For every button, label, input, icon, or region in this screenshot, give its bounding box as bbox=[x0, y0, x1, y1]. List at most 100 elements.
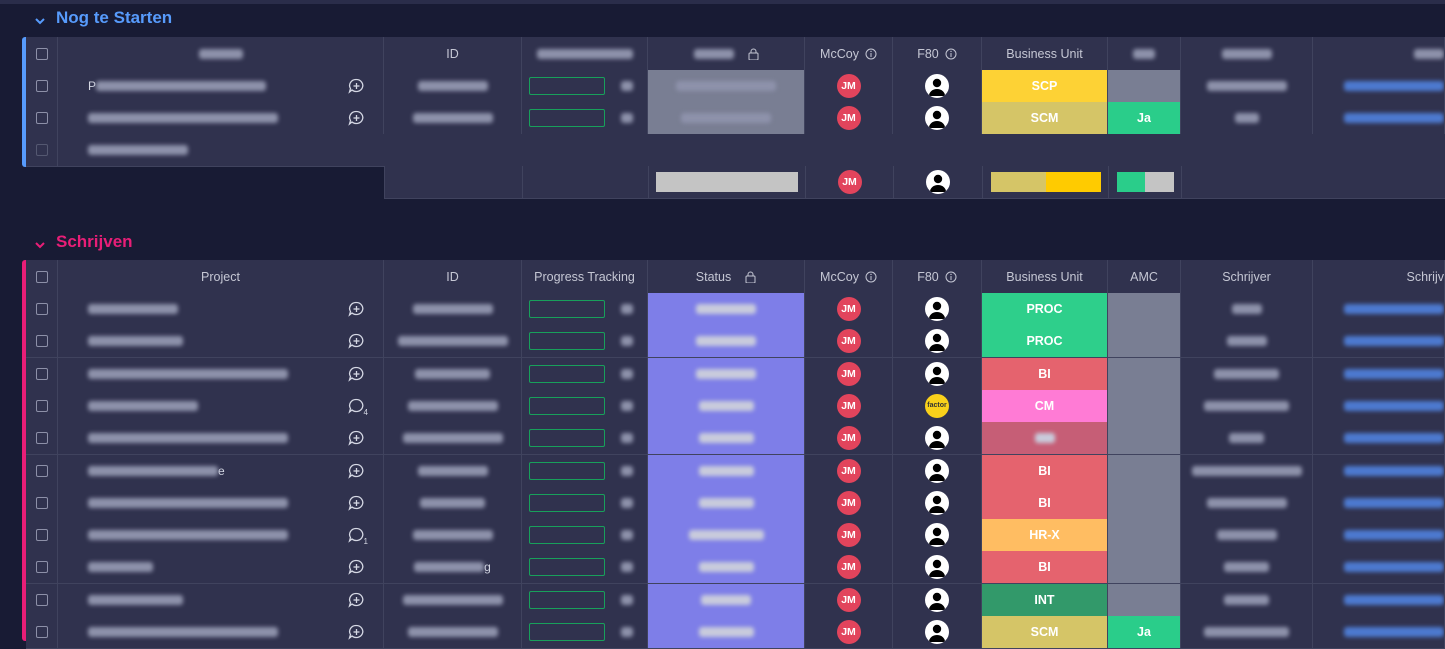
column-progress[interactable]: Progress Tracking bbox=[522, 260, 648, 293]
status-cell[interactable] bbox=[648, 519, 805, 552]
f80-cell[interactable] bbox=[893, 519, 982, 552]
column-f80[interactable]: F80 bbox=[893, 37, 982, 70]
business-unit-cell[interactable]: SCM bbox=[982, 102, 1108, 134]
amc-cell[interactable] bbox=[1108, 551, 1181, 584]
schrijver-cell[interactable] bbox=[1181, 519, 1313, 552]
business-unit-cell[interactable] bbox=[982, 422, 1108, 455]
project-name-cell[interactable] bbox=[58, 551, 384, 584]
column-mccoy[interactable]: McCoy bbox=[805, 37, 893, 70]
schrijver-2-cell[interactable] bbox=[1313, 422, 1445, 455]
column-schrijver-2[interactable] bbox=[1313, 37, 1445, 70]
table-row[interactable]: JM SCM Ja bbox=[26, 616, 1445, 649]
project-name-cell[interactable] bbox=[58, 583, 384, 616]
id-cell[interactable] bbox=[384, 389, 522, 422]
mccoy-cell[interactable]: JM bbox=[805, 70, 893, 102]
group-title[interactable]: Nog te Starten bbox=[34, 8, 172, 28]
mccoy-cell[interactable]: JM bbox=[805, 357, 893, 390]
business-unit-cell[interactable]: PROC bbox=[982, 293, 1108, 325]
f80-cell[interactable] bbox=[893, 551, 982, 584]
person-avatar-icon[interactable] bbox=[925, 329, 949, 354]
schrijver-2-cell[interactable] bbox=[1313, 325, 1445, 358]
progress-tracking-cell[interactable] bbox=[522, 293, 648, 325]
schrijver-cell[interactable] bbox=[1181, 454, 1313, 487]
schrijver-cell[interactable] bbox=[1181, 583, 1313, 616]
add-update-icon[interactable] bbox=[348, 495, 365, 511]
info-icon[interactable] bbox=[865, 48, 877, 60]
info-icon[interactable] bbox=[865, 271, 877, 283]
table-row[interactable]: g JM BI bbox=[26, 551, 1445, 585]
schrijver-2-cell[interactable] bbox=[1313, 102, 1445, 134]
column-f80[interactable]: F80 bbox=[893, 260, 982, 293]
row-checkbox[interactable] bbox=[26, 616, 58, 648]
add-update-icon[interactable] bbox=[348, 624, 365, 640]
schrijver-cell[interactable] bbox=[1181, 102, 1313, 134]
conversation-count-icon[interactable]: 1 bbox=[348, 527, 368, 546]
owner-avatar[interactable]: JM bbox=[836, 458, 861, 483]
column-project[interactable]: Project bbox=[58, 260, 384, 293]
business-unit-cell[interactable]: SCM bbox=[982, 616, 1108, 648]
mccoy-cell[interactable]: JM bbox=[805, 454, 893, 487]
person-avatar-icon[interactable] bbox=[925, 74, 949, 98]
add-update-icon[interactable] bbox=[348, 333, 365, 350]
info-icon[interactable] bbox=[945, 271, 957, 283]
person-avatar-icon[interactable] bbox=[925, 106, 949, 130]
checkbox[interactable] bbox=[35, 47, 48, 60]
add-item-input[interactable] bbox=[58, 134, 358, 166]
id-cell[interactable]: g bbox=[384, 551, 522, 584]
status-cell[interactable] bbox=[648, 293, 805, 325]
schrijver-cell[interactable] bbox=[1181, 616, 1313, 648]
row-checkbox[interactable] bbox=[26, 102, 58, 134]
schrijver-2-cell[interactable] bbox=[1313, 583, 1445, 616]
mccoy-cell[interactable]: JM bbox=[805, 325, 893, 358]
chevron-down-icon[interactable] bbox=[34, 236, 46, 249]
f80-cell[interactable] bbox=[893, 357, 982, 390]
table-row[interactable]: 4 JM factor CM bbox=[26, 389, 1445, 423]
id-cell[interactable] bbox=[384, 70, 522, 102]
status-cell[interactable] bbox=[648, 583, 805, 616]
person-avatar-icon[interactable] bbox=[926, 170, 950, 194]
schrijver-cell[interactable] bbox=[1181, 389, 1313, 422]
progress-tracking-cell[interactable] bbox=[522, 486, 648, 519]
column-business-unit[interactable]: Business Unit bbox=[982, 37, 1108, 70]
person-avatar-icon[interactable] bbox=[925, 587, 949, 612]
progress-tracking-cell[interactable] bbox=[522, 583, 648, 616]
person-avatar-icon[interactable] bbox=[925, 361, 949, 386]
row-checkbox[interactable] bbox=[26, 389, 58, 422]
owner-avatar[interactable]: JM bbox=[836, 620, 861, 644]
status-cell[interactable] bbox=[648, 454, 805, 487]
id-cell[interactable] bbox=[384, 583, 522, 616]
owner-avatar[interactable]: JM bbox=[836, 74, 861, 98]
owner-avatar[interactable]: JM bbox=[837, 170, 862, 194]
project-name-cell[interactable] bbox=[58, 357, 384, 390]
amc-cell[interactable] bbox=[1108, 389, 1181, 422]
checkbox[interactable] bbox=[35, 626, 48, 638]
project-name-cell[interactable] bbox=[58, 325, 384, 358]
add-update-icon[interactable] bbox=[348, 430, 365, 446]
owner-avatar[interactable]: JM bbox=[836, 393, 861, 418]
schrijver-cell[interactable] bbox=[1181, 70, 1313, 102]
business-unit-cell[interactable]: BI bbox=[982, 357, 1108, 390]
amc-cell[interactable] bbox=[1108, 519, 1181, 552]
schrijver-cell[interactable] bbox=[1181, 293, 1313, 325]
add-item-row[interactable] bbox=[26, 134, 1445, 167]
status-cell[interactable] bbox=[648, 486, 805, 519]
status-cell[interactable] bbox=[648, 616, 805, 648]
conversation-count-icon[interactable]: 4 bbox=[348, 398, 368, 417]
business-unit-cell[interactable]: PROC bbox=[982, 325, 1108, 358]
amc-cell[interactable]: Ja bbox=[1108, 102, 1181, 134]
progress-tracking-cell[interactable] bbox=[522, 454, 648, 487]
amc-cell[interactable] bbox=[1108, 454, 1181, 487]
f80-cell[interactable] bbox=[893, 325, 982, 358]
table-row[interactable]: JM BI bbox=[26, 486, 1445, 520]
mccoy-cell[interactable]: JM bbox=[805, 551, 893, 584]
row-checkbox[interactable] bbox=[26, 422, 58, 455]
checkbox[interactable] bbox=[35, 464, 48, 477]
status-cell[interactable] bbox=[648, 389, 805, 422]
owner-avatar[interactable]: JM bbox=[836, 329, 861, 354]
f80-cell[interactable] bbox=[893, 616, 982, 648]
table-row[interactable]: JM PROC bbox=[26, 325, 1445, 359]
f80-cell[interactable] bbox=[893, 293, 982, 325]
table-row[interactable]: JM BI bbox=[26, 357, 1445, 391]
schrijver-cell[interactable] bbox=[1181, 325, 1313, 358]
row-checkbox[interactable] bbox=[26, 325, 58, 358]
